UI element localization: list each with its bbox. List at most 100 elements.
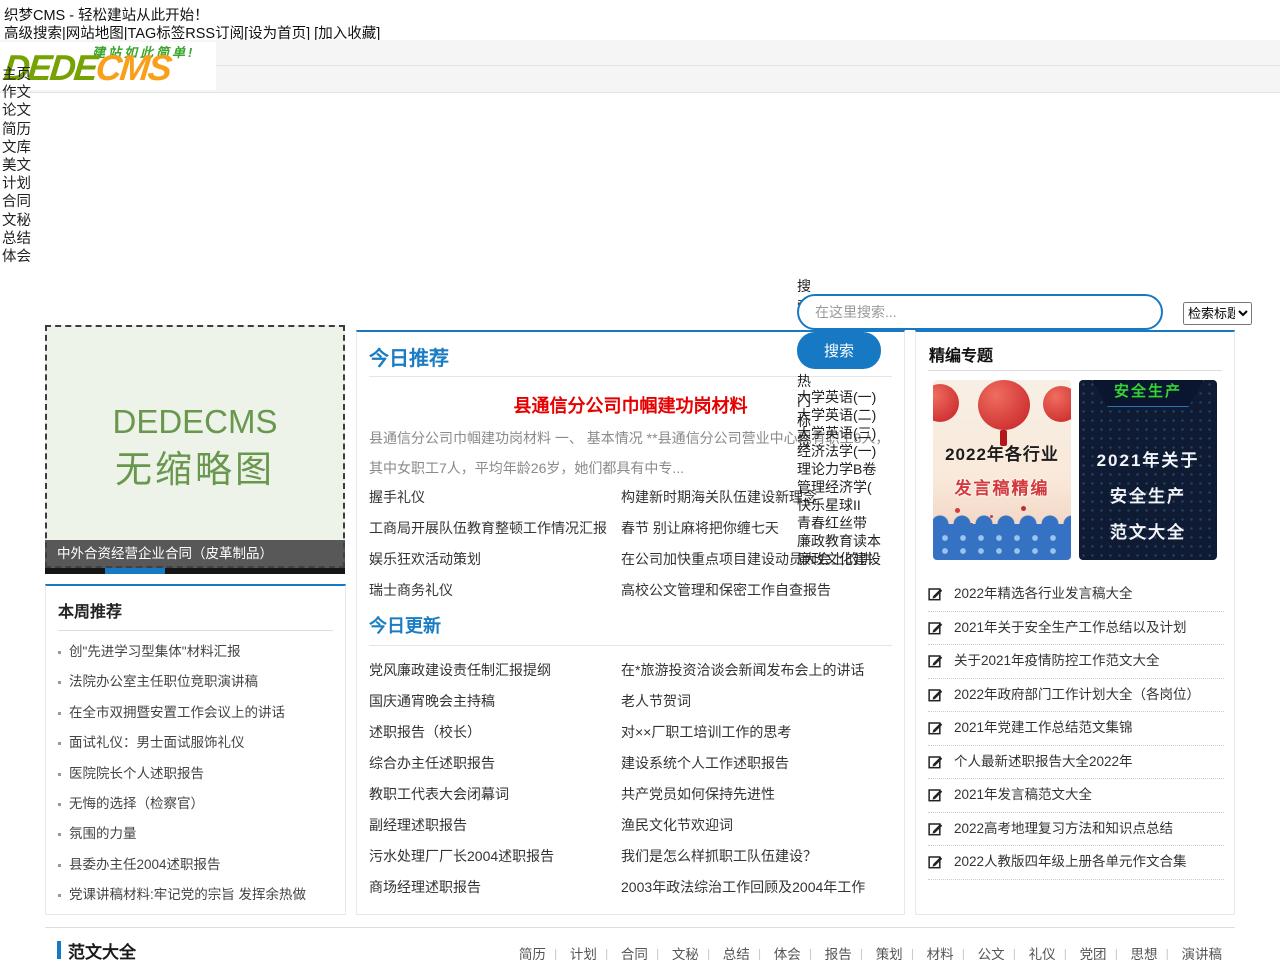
edit-icon (928, 720, 943, 735)
topic-thumbnail-safety[interactable]: 安全生产 2021年关于 安全生产 范文大全 (1079, 380, 1217, 560)
category-link[interactable]: 策划 (876, 947, 923, 960)
topic-link-label: 个人最新述职报告大全2022年 (954, 754, 1133, 769)
hot-tag[interactable]: 大学英语(一) (797, 388, 881, 406)
article-link[interactable]: 副经理述职报告 (369, 810, 554, 841)
nav-item-secretary[interactable]: 文秘 (2, 212, 31, 230)
article-link[interactable]: 述职报告（校长） (369, 717, 554, 748)
main-nav: 主页 作文 论文 简历 文库 美文 计划 合同 文秘 总结 体会 (2, 66, 31, 266)
category-link[interactable]: 总结 (723, 947, 770, 960)
category-link[interactable]: 报告 (825, 947, 872, 960)
category-link[interactable]: 礼仪 (1029, 947, 1076, 960)
site-logo[interactable]: 建站如此简单! DEDECMS (0, 42, 216, 90)
topic-link[interactable]: 2022高考地理复习方法和知识点总结 (928, 813, 1224, 847)
nav-item-plan[interactable]: 计划 (2, 175, 31, 193)
article-link[interactable]: 共产党员如何保持先进性 (621, 779, 865, 810)
article-link[interactable]: 建设系统个人工作述职报告 (621, 748, 865, 779)
article-link[interactable]: 党风廉政建设责任制汇报提纲 (369, 655, 554, 686)
nav-item-essay[interactable]: 作文 (2, 84, 31, 102)
search-input[interactable] (797, 294, 1163, 330)
nav-item-prose[interactable]: 美文 (2, 157, 31, 175)
today-links-left: 握手礼仪 工商局开展队伍教育整顿工作情况汇报 娱乐狂欢活动策划 瑞士商务礼仪 (369, 482, 607, 606)
topic-link[interactable]: 个人最新述职报告大全2022年 (928, 746, 1224, 780)
article-link[interactable]: 2003年政法综治工作回顾及2004年工作 (621, 872, 865, 903)
topic-link[interactable]: 关于2021年疫情防控工作范文大全 (928, 645, 1224, 679)
article-link[interactable]: 县委办主任2004述职报告 (58, 850, 339, 880)
category-link[interactable]: 公文 (978, 947, 1025, 960)
article-link[interactable]: 工商局开展队伍教育整顿工作情况汇报 (369, 513, 607, 544)
article-link[interactable]: 握手礼仪 (369, 482, 607, 513)
article-link[interactable]: 党课讲稿材料:牢记党的宗旨 发挥余热做 (58, 880, 339, 910)
nav-item-summary[interactable]: 总结 (2, 230, 31, 248)
nav-item-home[interactable]: 主页 (2, 66, 31, 84)
nav-item-resume[interactable]: 简历 (2, 121, 31, 139)
nav-item-experience[interactable]: 体会 (2, 248, 31, 266)
today-updates-title: 今日更新 (369, 612, 441, 638)
category-link[interactable]: 演讲稿 (1182, 947, 1223, 960)
category-link[interactable]: 计划 (570, 947, 617, 960)
article-link[interactable]: 综合办主任述职报告 (369, 748, 554, 779)
carousel-caption[interactable]: 中外合资经营企业合同（皮革制品） (45, 540, 345, 568)
updates-links-left: 党风廉政建设责任制汇报提纲 国庆通宵晚会主持稿 述职报告（校长） 综合办主任述职… (369, 655, 554, 903)
article-link[interactable]: 娱乐狂欢活动策划 (369, 544, 607, 575)
article-link[interactable]: 国庆通宵晚会主持稿 (369, 686, 554, 717)
article-link[interactable]: 在*旅游投资洽谈会新闻发布会上的讲话 (621, 655, 865, 686)
footer-section-title: 范文大全 (68, 938, 136, 960)
topic-link[interactable]: 2021年党建工作总结范文集锦 (928, 712, 1224, 746)
category-link[interactable]: 合同 (621, 947, 668, 960)
edit-icon (928, 787, 943, 802)
article-link[interactable]: 创"先进学习型集体"材料汇报 (58, 637, 339, 667)
hot-tag[interactable]: 廉政文化建设 (797, 550, 881, 568)
article-link[interactable]: 高校公文管理和保密工作自查报告 (621, 575, 873, 606)
nav-item-thesis[interactable]: 论文 (2, 102, 31, 120)
hot-tag[interactable]: 快乐星球II (797, 496, 881, 514)
category-link[interactable]: 体会 (774, 947, 821, 960)
hot-tag[interactable]: 大学英语(二) (797, 406, 881, 424)
category-link[interactable]: 党团 (1080, 947, 1127, 960)
search-button[interactable]: 搜索 (797, 332, 881, 369)
hot-tag[interactable]: 理论力学B卷 (797, 460, 881, 478)
article-link[interactable]: 医院院长个人述职报告 (58, 759, 339, 789)
topic-link[interactable]: 2022年政府部门工作计划大全（各岗位） (928, 679, 1224, 713)
article-link[interactable]: 渔民文化节欢迎词 (621, 810, 865, 841)
category-link[interactable]: 材料 (927, 947, 974, 960)
week-recommend-panel: 本周推荐 创"先进学习型集体"材料汇报 法院办公室主任职位竞职演讲稿 在全市双拥… (45, 584, 346, 915)
category-link[interactable]: 简历 (519, 947, 566, 960)
hot-tag[interactable]: 青春红丝带 (797, 514, 881, 532)
article-link[interactable]: 对××厂职工培训工作的思考 (621, 717, 865, 748)
nav-item-contract[interactable]: 合同 (2, 193, 31, 211)
topic-link[interactable]: 2021年关于安全生产工作总结以及计划 (928, 612, 1224, 646)
article-link[interactable]: 氛围的力量 (58, 819, 339, 849)
topic-link[interactable]: 2022年精选各行业发言稿大全 (928, 578, 1224, 612)
hot-tag[interactable]: 大学英语(三) (797, 424, 881, 442)
search-scope-select[interactable]: 检索标题 (1183, 302, 1252, 325)
carousel-pagination[interactable] (45, 568, 345, 574)
article-link[interactable]: 瑞士商务礼仪 (369, 575, 607, 606)
article-link[interactable]: 面试礼仪：男士面试服饰礼仪 (58, 728, 339, 758)
article-link[interactable]: 我们是怎么样抓职工队伍建设？ (621, 841, 865, 872)
lantern-graphic (933, 384, 959, 422)
article-link[interactable]: 在全市双拥暨安置工作会议上的讲话 (58, 698, 339, 728)
edit-icon (928, 653, 943, 668)
hot-tag[interactable]: 经济法学(一) (797, 442, 881, 460)
article-link[interactable]: 无悔的选择（检察官） (58, 789, 339, 819)
category-link[interactable]: 思想 (1131, 947, 1178, 960)
today-recommend-title: 今日推荐 (369, 342, 449, 371)
topic-link-label: 关于2021年疫情防控工作范文大全 (954, 653, 1160, 668)
nav-item-library[interactable]: 文库 (2, 139, 31, 157)
topic-link[interactable]: 2021年发言稿范文大全 (928, 779, 1224, 813)
topic-thumbnail-speeches[interactable]: 2022年各行业 发言稿精编 (933, 380, 1071, 560)
article-link[interactable]: 法院办公室主任职位竞职演讲稿 (58, 667, 339, 697)
category-link[interactable]: 文秘 (672, 947, 719, 960)
week-recommend-list: 创"先进学习型集体"材料汇报 法院办公室主任职位竞职演讲稿 在全市双拥暨安置工作… (58, 637, 339, 911)
article-link[interactable]: 老人节贺词 (621, 686, 865, 717)
article-link[interactable]: 污水处理厂厂长2004述职报告 (369, 841, 554, 872)
article-link[interactable]: 商场经理述职报告 (369, 872, 554, 903)
logo-cms: CMS (94, 47, 172, 88)
featured-carousel[interactable]: DEDECMS 无缩略图 中外合资经营企业合同（皮革制品） (45, 325, 345, 574)
article-link[interactable]: 教职工代表大会闭幕词 (369, 779, 554, 810)
hot-tag[interactable]: 廉政教育读本 (797, 532, 881, 550)
hot-tag[interactable]: 管理经济学( (797, 478, 881, 496)
topic-link-label: 2022年政府部门工作计划大全（各岗位） (954, 687, 1200, 702)
topic-link[interactable]: 2022人教版四年级上册各单元作文合集 (928, 846, 1224, 880)
safety-badge: 安全生产 (1092, 380, 1204, 407)
